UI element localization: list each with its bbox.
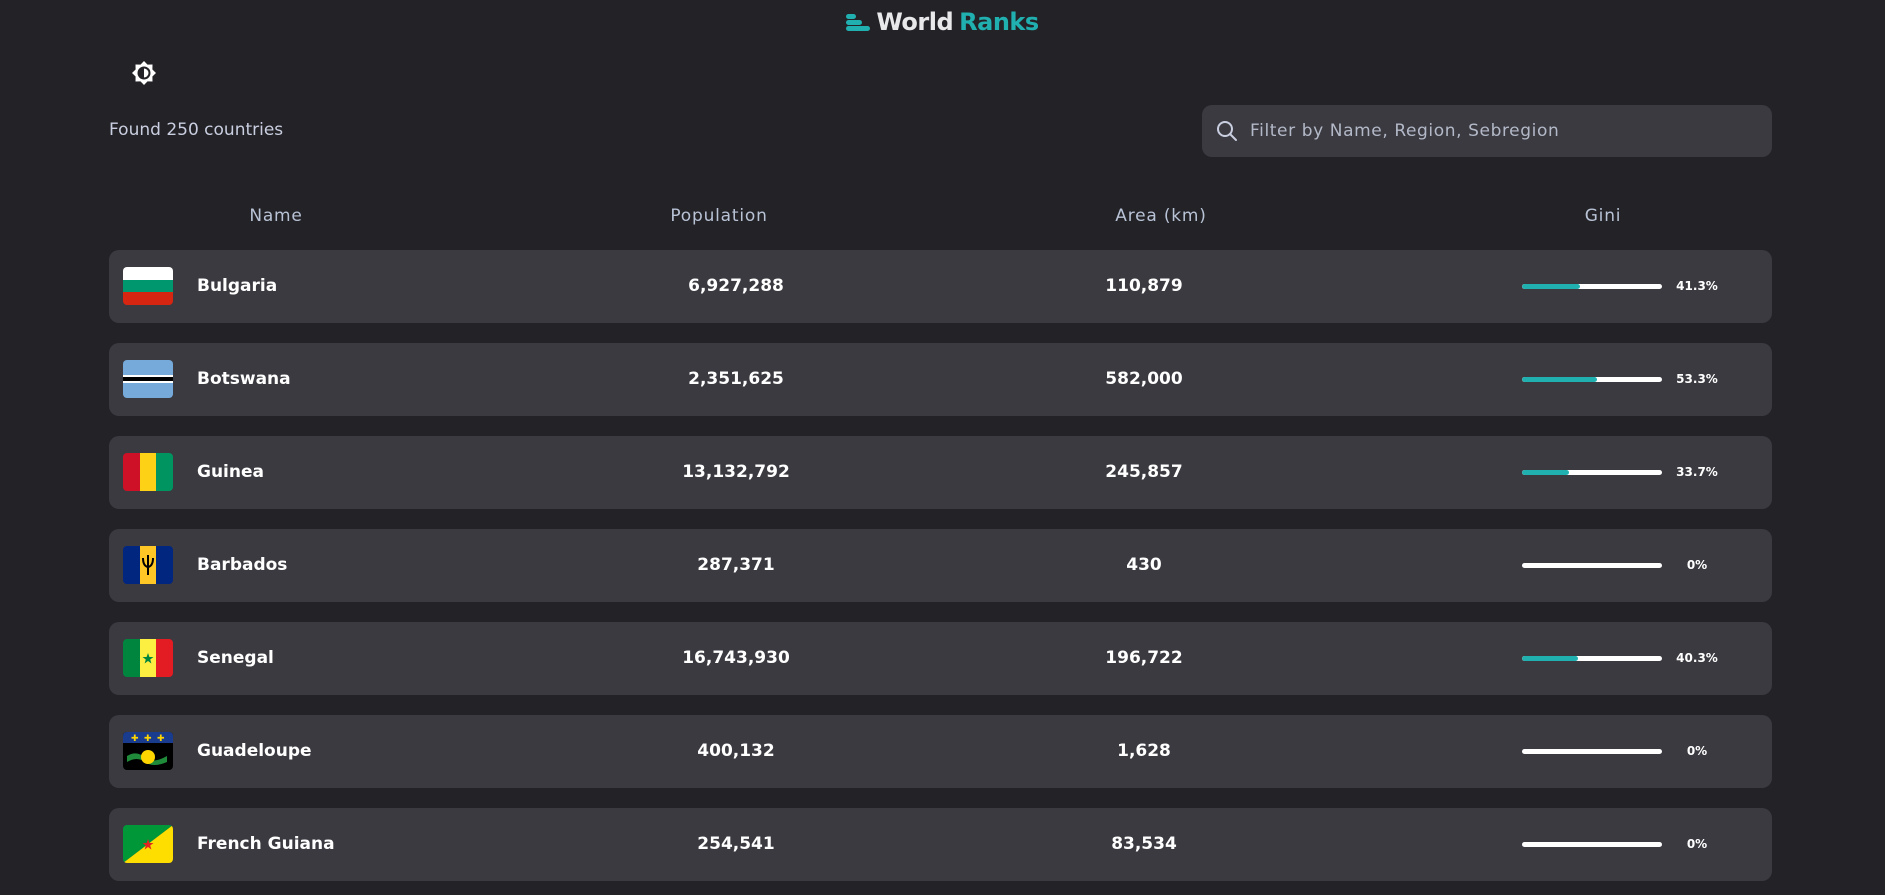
country-population: 6,927,288 — [688, 276, 784, 296]
bars-logo-icon — [846, 12, 871, 32]
country-area: 110,879 — [1105, 276, 1183, 296]
guinea-flag-icon — [123, 453, 173, 491]
svg-text:✚: ✚ — [157, 734, 165, 744]
country-area: 83,534 — [1111, 834, 1177, 854]
country-population: 254,541 — [697, 834, 775, 854]
gini-bar — [1522, 563, 1662, 568]
country-area: 196,722 — [1105, 648, 1183, 668]
svg-text:✚: ✚ — [144, 734, 152, 744]
gini-bar-fill — [1522, 470, 1570, 475]
column-header-area[interactable]: Area (km) — [1115, 206, 1206, 226]
country-name: Senegal — [197, 648, 274, 668]
country-row[interactable]: French Guiana 254,541 83,534 0% — [109, 808, 1772, 881]
gini-bar — [1522, 749, 1662, 754]
svg-text:✚: ✚ — [131, 734, 139, 744]
country-population: 2,351,625 — [688, 369, 784, 389]
search-input[interactable] — [1250, 121, 1750, 141]
country-name: Guadeloupe — [197, 741, 312, 761]
gini-value: 0% — [1686, 837, 1708, 851]
column-header-population[interactable]: Population — [670, 206, 767, 226]
app-title-world: World — [876, 8, 954, 36]
country-row[interactable]: Botswana 2,351,625 582,000 53.3% — [109, 343, 1772, 416]
table-header: Name Population Area (km) Gini — [109, 206, 1772, 230]
country-area: 430 — [1126, 555, 1162, 575]
app-title-ranks: Ranks — [959, 8, 1039, 36]
result-count: Found 250 countries — [109, 120, 284, 140]
country-row[interactable]: Senegal 16,743,930 196,722 40.3% — [109, 622, 1772, 695]
country-row[interactable]: Guinea 13,132,792 245,857 33.7% — [109, 436, 1772, 509]
country-population: 13,132,792 — [682, 462, 790, 482]
column-header-name[interactable]: Name — [249, 206, 302, 226]
theme-toggle-button[interactable] — [130, 59, 158, 87]
gini-bar — [1522, 842, 1662, 847]
gini-value: 0% — [1686, 558, 1708, 572]
country-population: 400,132 — [697, 741, 775, 761]
gini-value: 0% — [1686, 744, 1708, 758]
botswana-flag-icon — [123, 360, 173, 398]
country-name: Barbados — [197, 555, 288, 575]
french-guiana-flag-icon — [123, 825, 173, 863]
country-row[interactable]: Bulgaria 6,927,288 110,879 41.3% — [109, 250, 1772, 323]
bulgaria-flag-icon — [123, 267, 173, 305]
country-name: Guinea — [197, 462, 264, 482]
gini-bar-fill — [1522, 284, 1580, 289]
world-ranks-page: World Ranks Found 250 countries Name Pop… — [0, 0, 1885, 895]
brightness-icon — [132, 61, 156, 85]
country-row[interactable]: ✚ ✚ ✚ Guadeloupe 400,132 1,628 0% — [109, 715, 1772, 788]
senegal-flag-icon — [123, 639, 173, 677]
gini-value: 33.7% — [1676, 465, 1718, 479]
barbados-flag-icon — [123, 546, 173, 584]
gini-value: 41.3% — [1676, 279, 1718, 293]
country-area: 582,000 — [1105, 369, 1183, 389]
guadeloupe-flag-icon: ✚ ✚ ✚ — [123, 732, 173, 770]
app-logo[interactable]: World Ranks — [0, 8, 1885, 36]
country-area: 245,857 — [1105, 462, 1183, 482]
country-population: 287,371 — [697, 555, 775, 575]
country-population: 16,743,930 — [682, 648, 790, 668]
country-name: Botswana — [197, 369, 291, 389]
column-header-gini[interactable]: Gini — [1585, 206, 1622, 226]
search-icon — [1217, 121, 1237, 141]
gini-value: 40.3% — [1676, 651, 1718, 665]
gini-bar — [1522, 284, 1662, 289]
gini-value: 53.3% — [1676, 372, 1718, 386]
search-box[interactable] — [1202, 105, 1772, 157]
country-name: Bulgaria — [197, 276, 278, 296]
country-name: French Guiana — [197, 834, 335, 854]
gini-bar — [1522, 377, 1662, 382]
country-area: 1,628 — [1117, 741, 1171, 761]
gini-bar — [1522, 656, 1662, 661]
country-row[interactable]: Barbados 287,371 430 0% — [109, 529, 1772, 602]
gini-bar — [1522, 470, 1662, 475]
gini-bar-fill — [1522, 377, 1597, 382]
gini-bar-fill — [1522, 656, 1579, 661]
